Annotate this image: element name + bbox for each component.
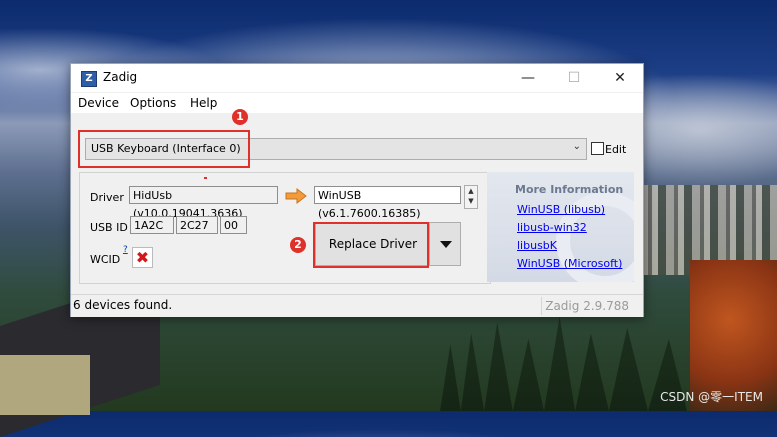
more-information-panel: More Information WinUSB (libusb) libusb-… — [487, 172, 634, 282]
link-libusbk[interactable]: libusbK — [517, 239, 557, 252]
maximize-button[interactable]: ☐ — [551, 64, 597, 92]
usb-id-interface-field: 00 — [220, 216, 247, 234]
title-bar[interactable]: Z Zadig — ☐ ✕ — [71, 64, 643, 92]
version-label: Zadig 2.9.788 — [545, 299, 629, 313]
zadig-app-icon: Z — [81, 71, 97, 87]
callout-marker — [204, 177, 207, 179]
wcid-status-cross-icon: ✖ — [132, 247, 153, 268]
link-winusb-libusb[interactable]: WinUSB (libusb) — [517, 203, 605, 216]
zadig-window: Z Zadig — ☐ ✕ Device Options Help USB Ke… — [70, 63, 644, 317]
link-winusb-microsoft[interactable]: WinUSB (Microsoft) — [517, 257, 622, 270]
replace-driver-dropdown-button[interactable] — [429, 222, 461, 266]
menu-device[interactable]: Device — [78, 96, 119, 110]
watermark: CSDN @零一ITEM — [660, 390, 763, 404]
background-village — [640, 185, 777, 275]
status-divider — [541, 297, 542, 315]
status-message: 6 devices found. — [73, 298, 173, 312]
driver-label: Driver — [90, 191, 124, 204]
usb-id-label: USB ID — [90, 221, 128, 234]
edit-label: Edit — [605, 143, 627, 156]
minimize-button[interactable]: — — [505, 64, 551, 92]
edit-checkbox[interactable] — [591, 142, 604, 155]
current-driver-field: HidUsb (v10.0.19041.3636) — [129, 186, 278, 220]
callout-replace-box — [313, 222, 429, 268]
wcid-help-link[interactable]: ? — [123, 245, 128, 255]
caret-down-icon — [440, 241, 452, 248]
chevron-down-icon: ⌄ — [572, 141, 581, 152]
background-wall — [0, 355, 90, 415]
status-bar: 6 devices found. Zadig 2.9.788 — [71, 294, 643, 317]
callout-badge-2: 2 — [290, 237, 306, 253]
link-libusb-win32[interactable]: libusb-win32 — [517, 221, 587, 234]
usb-id-product-field: 2C27 — [176, 216, 218, 234]
window-title: Zadig — [103, 70, 138, 84]
more-information-title: More Information — [515, 183, 624, 196]
usb-id-vendor-field: 1A2C — [130, 216, 174, 234]
menu-options[interactable]: Options — [130, 96, 176, 110]
menu-bar: Device Options Help — [71, 93, 643, 113]
target-driver-field[interactable]: WinUSB (v6.1.7600.16385) — [314, 186, 461, 220]
callout-badge-1: 1 — [232, 109, 248, 125]
menu-help[interactable]: Help — [190, 96, 217, 110]
arrow-right-icon — [285, 188, 307, 204]
wcid-label: WCID — [90, 253, 121, 266]
target-driver-spinner[interactable]: ▲ ▼ — [464, 185, 478, 209]
close-button[interactable]: ✕ — [597, 64, 643, 92]
callout-device-box — [78, 130, 250, 168]
